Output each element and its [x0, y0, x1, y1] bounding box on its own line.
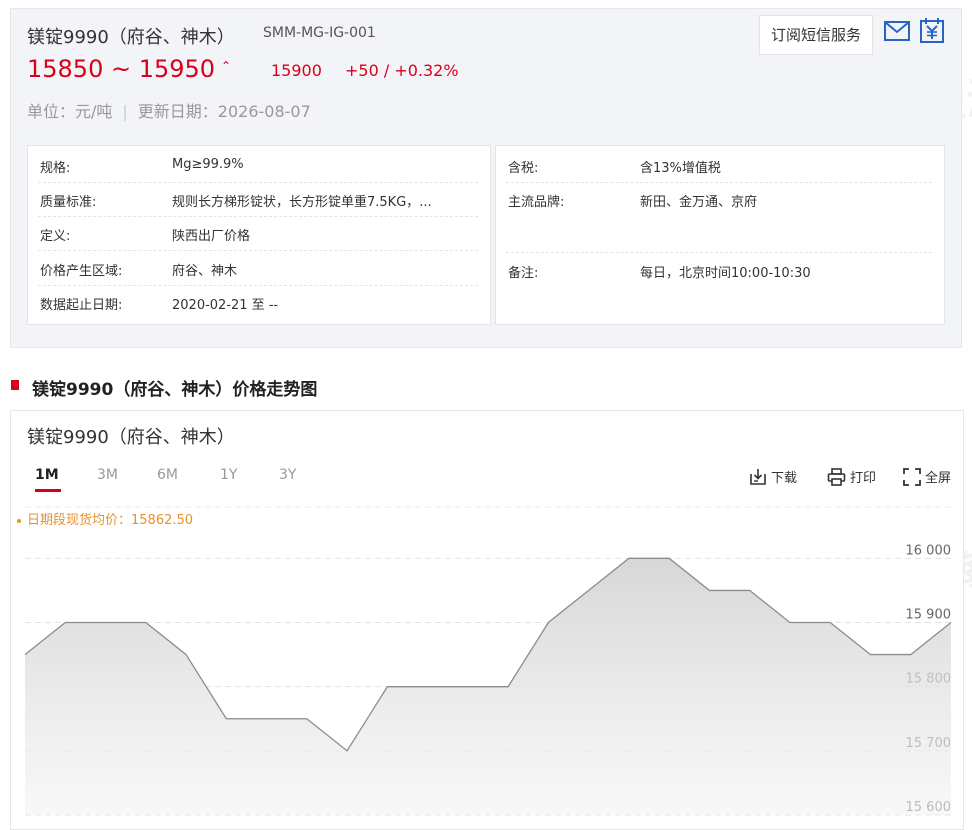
data-point[interactable] — [626, 555, 632, 561]
data-point[interactable] — [425, 684, 431, 690]
price-change: +50 / +0.32% — [345, 61, 459, 80]
section-marker — [11, 380, 19, 390]
price-trend-chart[interactable]: 16 00015 90015 80015 70015 600 — [11, 411, 963, 829]
details-right-panel: 含税: 含13%增值税 主流品牌: 新田、金万通、京府 备注: 每日，北京时间10:0… — [495, 145, 945, 325]
data-point[interactable] — [908, 652, 914, 658]
detail-value: 陕西出厂价格 — [172, 229, 251, 244]
y-tick-label: 15 900 — [906, 608, 952, 623]
chart-card: 镁锭9990（府谷、神木） 1M 3M 6M 1Y 3Y 下载 打印 全屏 日期… — [10, 410, 964, 830]
detail-row: 备注: 每日，北京时间10:00-10:30 — [506, 253, 932, 287]
product-code: SMM-MG-IG-001 — [263, 25, 376, 41]
detail-key: 规格: — [40, 161, 71, 176]
detail-key: 含税: — [508, 161, 539, 176]
details-left-panel: 规格: Mg≥99.9% 质量标准: 规则长方梯形锭状，长方形锭单重7.5KG，..… — [27, 145, 491, 325]
detail-key: 价格产生区域: — [40, 264, 123, 279]
data-point[interactable] — [706, 587, 712, 593]
detail-key: 质量标准: — [40, 195, 97, 210]
mail-icon[interactable] — [883, 19, 911, 43]
detail-key: 主流品牌: — [508, 195, 565, 210]
detail-value: 2020-02-21 至 -- — [172, 298, 279, 313]
price-up-icon: ⌃ — [221, 59, 232, 73]
unit-line: 单位：元/吨 | 更新日期：2026-08-07 — [27, 98, 311, 122]
data-point[interactable] — [948, 620, 954, 626]
data-point[interactable] — [143, 620, 149, 626]
price-info-card: 镁锭9990（府谷、神木） SMM-MG-IG-001 15850 ~ 1595… — [10, 8, 962, 348]
detail-row: 数据起止日期: 2020-02-21 至 -- — [38, 285, 478, 319]
detail-row: 含税: 含13%增值税 — [506, 148, 932, 183]
data-point[interactable] — [867, 652, 873, 658]
data-point[interactable] — [747, 587, 753, 593]
data-point[interactable] — [103, 620, 109, 626]
detail-row: 主流品牌: 新田、金万通、京府 — [506, 182, 932, 253]
data-point[interactable] — [62, 620, 68, 626]
detail-key: 备注: — [508, 266, 539, 281]
detail-value: 府谷、神木 — [172, 264, 238, 279]
product-title: 镁锭9990（府谷、神木） — [27, 27, 235, 48]
detail-value: 新田、金万通、京府 — [640, 195, 758, 210]
data-point[interactable] — [827, 620, 833, 626]
detail-row: 定义: 陕西出厂价格 — [38, 216, 478, 251]
data-point[interactable] — [223, 716, 229, 722]
detail-key: 数据起止日期: — [40, 298, 123, 313]
data-point[interactable] — [183, 652, 189, 658]
detail-value: 规则长方梯形锭状，长方形锭单重7.5KG，... — [172, 195, 432, 210]
data-point[interactable] — [384, 684, 390, 690]
data-point[interactable] — [586, 587, 592, 593]
subscribe-sms-button[interactable]: 订阅短信服务 — [759, 15, 873, 55]
data-point[interactable] — [666, 555, 672, 561]
detail-value: 每日，北京时间10:00-10:30 — [640, 266, 811, 281]
price-range: 15850 ~ 15950 — [27, 55, 216, 83]
data-point[interactable] — [787, 620, 793, 626]
data-point[interactable] — [545, 620, 551, 626]
average-price: 15900 — [271, 61, 322, 80]
data-point[interactable] — [465, 684, 471, 690]
data-point[interactable] — [22, 652, 28, 658]
update-date: 更新日期：2026-08-07 — [137, 102, 311, 121]
data-point[interactable] — [344, 748, 350, 754]
data-point[interactable] — [264, 716, 270, 722]
detail-value: Mg≥99.9% — [172, 157, 244, 172]
yen-icon[interactable] — [918, 17, 946, 45]
detail-key: 定义: — [40, 229, 71, 244]
unit-label: 单位：元/吨 — [27, 102, 113, 121]
detail-row: 规格: Mg≥99.9% — [38, 148, 478, 183]
data-point[interactable] — [304, 716, 310, 722]
detail-value: 含13%增值税 — [640, 161, 721, 176]
divider: | — [122, 102, 128, 121]
y-tick-label: 16 000 — [906, 543, 952, 558]
data-point[interactable] — [505, 684, 511, 690]
detail-row: 质量标准: 规则长方梯形锭状，长方形锭单重7.5KG，... — [38, 182, 478, 217]
detail-row: 价格产生区域: 府谷、神木 — [38, 251, 478, 286]
section-title: 镁锭9990（府谷、神木）价格走势图 — [32, 380, 318, 400]
